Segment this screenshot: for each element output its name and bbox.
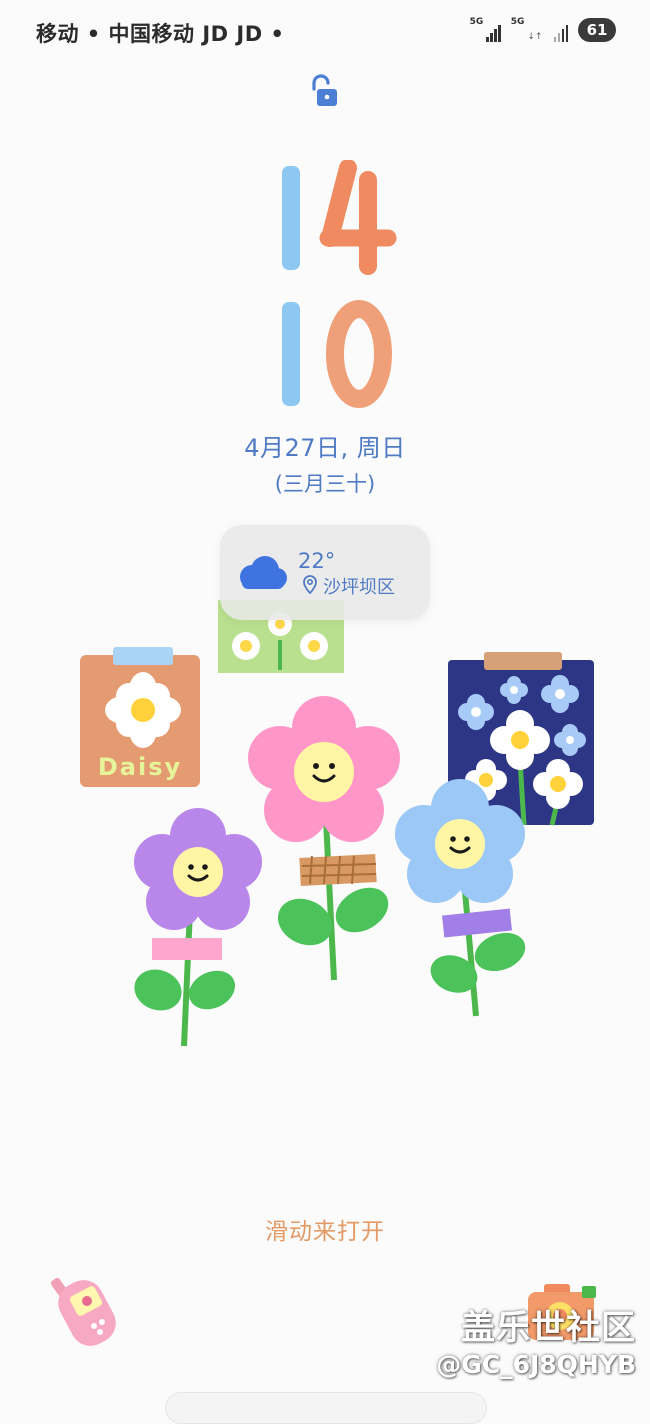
lunar-date-label: (三月三十) xyxy=(274,472,376,496)
weather-location: 沙坪坝区 xyxy=(323,577,395,598)
phone-icon[interactable] xyxy=(50,1270,130,1350)
status-bar: 移动 • 中国移动 JD JD • 5G 5G ↓↑ 61 xyxy=(0,0,650,62)
weather-temperature: 22° xyxy=(298,549,336,573)
date-label: 4月27日, 周日 xyxy=(244,434,406,462)
daisy-card: Daisy xyxy=(80,647,200,787)
weather-widget[interactable]: 22° 沙坪坝区 xyxy=(220,525,430,620)
blue-smiling-flower xyxy=(395,779,526,1017)
sim1-network-label: 5G xyxy=(469,17,484,27)
clock-hour-tens-digit xyxy=(282,166,300,270)
clock-display: 14 xyxy=(282,160,397,408)
sim1-signal-icon: 5G xyxy=(470,18,501,42)
cloud-icon xyxy=(240,556,287,589)
clock-minute-ones-digit xyxy=(326,300,392,408)
daisy-card-label: Daisy xyxy=(98,753,182,781)
flower-wallpaper-illustration: Daisy xyxy=(80,600,594,1047)
swipe-to-unlock-hint: 滑动来打开 xyxy=(265,1219,385,1245)
watermark-handle: @GC_6J8QHYB xyxy=(436,1350,636,1379)
location-pin-icon xyxy=(303,575,317,595)
pink-smiling-flower xyxy=(248,696,400,981)
home-indicator[interactable] xyxy=(165,1392,487,1424)
battery-indicator: 61 xyxy=(578,18,616,42)
purple-smiling-flower xyxy=(134,808,262,1047)
carrier-label: 移动 • 中国移动 JD JD • xyxy=(36,22,285,46)
cell-signal-icon xyxy=(553,18,568,42)
status-indicators: 5G 5G ↓↑ 61 xyxy=(470,16,616,44)
clock-minute-tens-digit xyxy=(282,302,300,406)
sim2-signal-icon: 5G ↓↑ xyxy=(510,17,543,43)
clock-hour-ones-digit xyxy=(319,160,397,275)
unlocked-padlock-icon[interactable] xyxy=(302,72,342,112)
sim2-network-label: 5G xyxy=(510,17,525,27)
watermark-title: 盖乐世社区 xyxy=(461,1308,636,1348)
